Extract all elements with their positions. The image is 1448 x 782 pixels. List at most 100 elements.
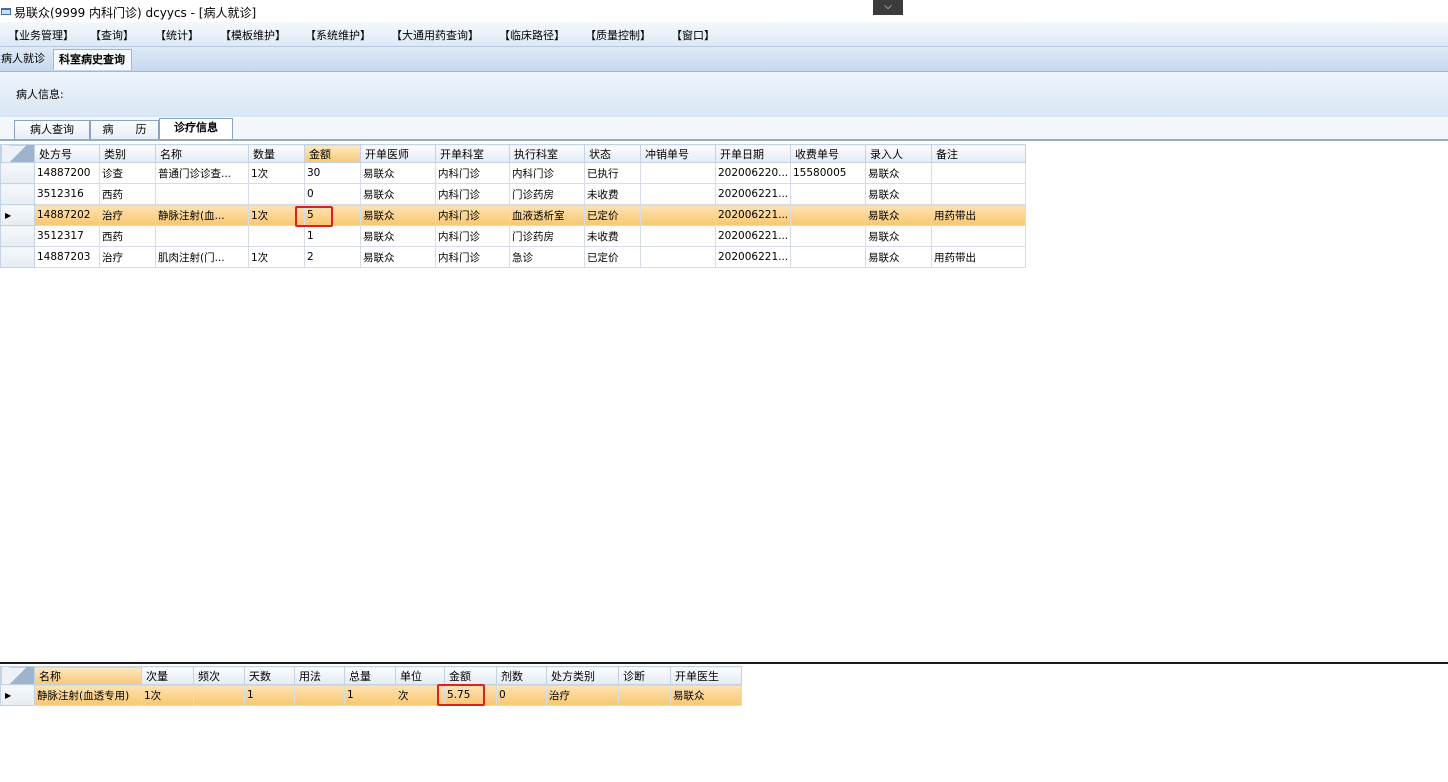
- main-cell[interactable]: 1次: [248, 246, 305, 268]
- col-header[interactable]: 处方号: [34, 144, 100, 163]
- main-cell[interactable]: 内科门诊: [435, 225, 510, 247]
- window-dropdown-button[interactable]: ⌵: [873, 0, 903, 15]
- main-cell[interactable]: 易联众: [865, 204, 932, 226]
- main-cell[interactable]: 1次: [248, 204, 305, 226]
- detail-col-header[interactable]: 金额: [444, 666, 497, 685]
- main-cell[interactable]: 已定价: [584, 204, 641, 226]
- main-row-header[interactable]: [0, 225, 35, 247]
- col-header[interactable]: 冲销单号: [640, 144, 716, 163]
- main-cell[interactable]: 1: [304, 225, 361, 247]
- main-cell[interactable]: 202006221...: [715, 204, 791, 226]
- main-cell[interactable]: 治疗: [99, 246, 156, 268]
- main-cell[interactable]: 门诊药房: [509, 183, 585, 205]
- main-cell[interactable]: 已执行: [584, 162, 641, 184]
- menu-item-statistics[interactable]: 【统计】: [155, 27, 199, 43]
- main-cell[interactable]: 内科门诊: [435, 162, 510, 184]
- main-cell[interactable]: 普通门诊诊查...: [155, 162, 249, 184]
- tab-patient-query[interactable]: 病人查询: [14, 120, 90, 139]
- tab-dept-history[interactable]: 科室病史查询: [53, 49, 132, 70]
- main-cell[interactable]: 14887203: [34, 246, 100, 268]
- detail-col-header[interactable]: 剂数: [496, 666, 547, 685]
- detail-col-header[interactable]: 诊断: [618, 666, 671, 685]
- detail-cell[interactable]: [618, 684, 671, 706]
- main-cell[interactable]: 30: [304, 162, 361, 184]
- panel-divider[interactable]: [0, 662, 1448, 664]
- menu-item-query[interactable]: 【查询】: [90, 27, 134, 43]
- col-header[interactable]: 数量: [248, 144, 305, 163]
- col-header[interactable]: 状态: [584, 144, 641, 163]
- main-cell[interactable]: 202006221...: [715, 246, 791, 268]
- main-cell[interactable]: 14887200: [34, 162, 100, 184]
- detail-col-header[interactable]: 用法: [294, 666, 345, 685]
- main-cell[interactable]: [248, 183, 305, 205]
- col-header[interactable]: 类别: [99, 144, 156, 163]
- main-cell[interactable]: 肌肉注射(门...: [155, 246, 249, 268]
- col-header[interactable]: 开单日期: [715, 144, 791, 163]
- detail-col-header[interactable]: 单位: [395, 666, 445, 685]
- main-cell[interactable]: 易联众: [360, 183, 436, 205]
- main-cell[interactable]: 内科门诊: [435, 246, 510, 268]
- main-cell[interactable]: 易联众: [865, 183, 932, 205]
- menu-item-template[interactable]: 【模板维护】: [220, 27, 286, 43]
- detail-cell[interactable]: 0: [496, 684, 547, 706]
- main-cell[interactable]: 2: [304, 246, 361, 268]
- detail-cell[interactable]: 1: [244, 684, 295, 706]
- main-row[interactable]: 3512316 西药 0 易联众 内科门诊 门诊药房 未收费 202006221... 易联众: [0, 183, 1026, 205]
- tab-treatment-info[interactable]: 诊疗信息: [159, 118, 233, 139]
- main-row-header[interactable]: [0, 246, 35, 268]
- main-row-header[interactable]: ▶: [0, 204, 35, 226]
- main-cell[interactable]: 西药: [99, 183, 156, 205]
- main-cell[interactable]: 用药带出: [931, 246, 1026, 268]
- main-cell[interactable]: 诊查: [99, 162, 156, 184]
- menu-item-business[interactable]: 【业务管理】: [8, 27, 74, 43]
- main-cell[interactable]: 内科门诊: [435, 204, 510, 226]
- main-cell[interactable]: 治疗: [99, 204, 156, 226]
- main-cell[interactable]: [640, 246, 716, 268]
- main-cell[interactable]: [790, 246, 866, 268]
- detail-col-header[interactable]: 总量: [344, 666, 396, 685]
- main-cell[interactable]: [640, 204, 716, 226]
- menu-item-clinical-path[interactable]: 【临床路径】: [499, 27, 565, 43]
- main-cell[interactable]: 急诊: [509, 246, 585, 268]
- detail-cell[interactable]: 治疗: [546, 684, 619, 706]
- main-cell[interactable]: 202006221...: [715, 225, 791, 247]
- main-cell[interactable]: 14887202: [34, 204, 100, 226]
- main-cell[interactable]: [640, 162, 716, 184]
- main-cell[interactable]: 血液透析室: [509, 204, 585, 226]
- main-cell[interactable]: 1次: [248, 162, 305, 184]
- menu-item-quality[interactable]: 【质量控制】: [585, 27, 651, 43]
- detail-col-header[interactable]: 次量: [141, 666, 194, 685]
- menu-item-window[interactable]: 【窗口】: [671, 27, 715, 43]
- main-cell[interactable]: 0: [304, 183, 361, 205]
- main-row[interactable]: 14887200 诊查 普通门诊诊查... 1次 30 易联众 内科门诊 内科门诊 已执行 202…: [0, 162, 1026, 184]
- main-row[interactable]: ▶ 14887202 治疗 静脉注射(血... 1次 5 易联众 内科门诊 血液透析室 已定价 20…: [0, 204, 1026, 226]
- detail-col-header-name[interactable]: 名称: [34, 666, 142, 685]
- main-cell[interactable]: 易联众: [865, 162, 932, 184]
- main-cell[interactable]: 3512316: [34, 183, 100, 205]
- main-cell[interactable]: 易联众: [360, 204, 436, 226]
- detail-cell[interactable]: 1: [344, 684, 396, 706]
- detail-col-header[interactable]: 开单医生: [670, 666, 742, 685]
- main-cell[interactable]: 202006220...: [715, 162, 791, 184]
- col-header[interactable]: 收费单号: [790, 144, 866, 163]
- detail-cell[interactable]: 静脉注射(血透专用): [34, 684, 142, 706]
- tab-medical-record[interactable]: 病 历: [90, 120, 159, 139]
- main-row[interactable]: 3512317 西药 1 易联众 内科门诊 门诊药房 未收费 202006221... 易联众: [0, 225, 1026, 247]
- col-header-amount[interactable]: 金额: [304, 144, 361, 163]
- col-header[interactable]: 名称: [155, 144, 249, 163]
- main-cell[interactable]: [248, 225, 305, 247]
- main-cell[interactable]: [931, 225, 1026, 247]
- main-cell[interactable]: [640, 225, 716, 247]
- main-cell[interactable]: 静脉注射(血...: [155, 204, 249, 226]
- detail-row-header[interactable]: ▶: [0, 684, 35, 706]
- main-row-header[interactable]: [0, 162, 35, 184]
- main-cell[interactable]: [931, 183, 1026, 205]
- main-cell[interactable]: 未收费: [584, 225, 641, 247]
- main-cell[interactable]: [155, 225, 249, 247]
- main-cell[interactable]: 易联众: [865, 246, 932, 268]
- main-cell[interactable]: 未收费: [584, 183, 641, 205]
- tab-patient-visit[interactable]: 病人就诊: [0, 49, 48, 69]
- detail-cell[interactable]: 5.75: [444, 684, 497, 706]
- main-cell[interactable]: 易联众: [865, 225, 932, 247]
- main-cell[interactable]: [640, 183, 716, 205]
